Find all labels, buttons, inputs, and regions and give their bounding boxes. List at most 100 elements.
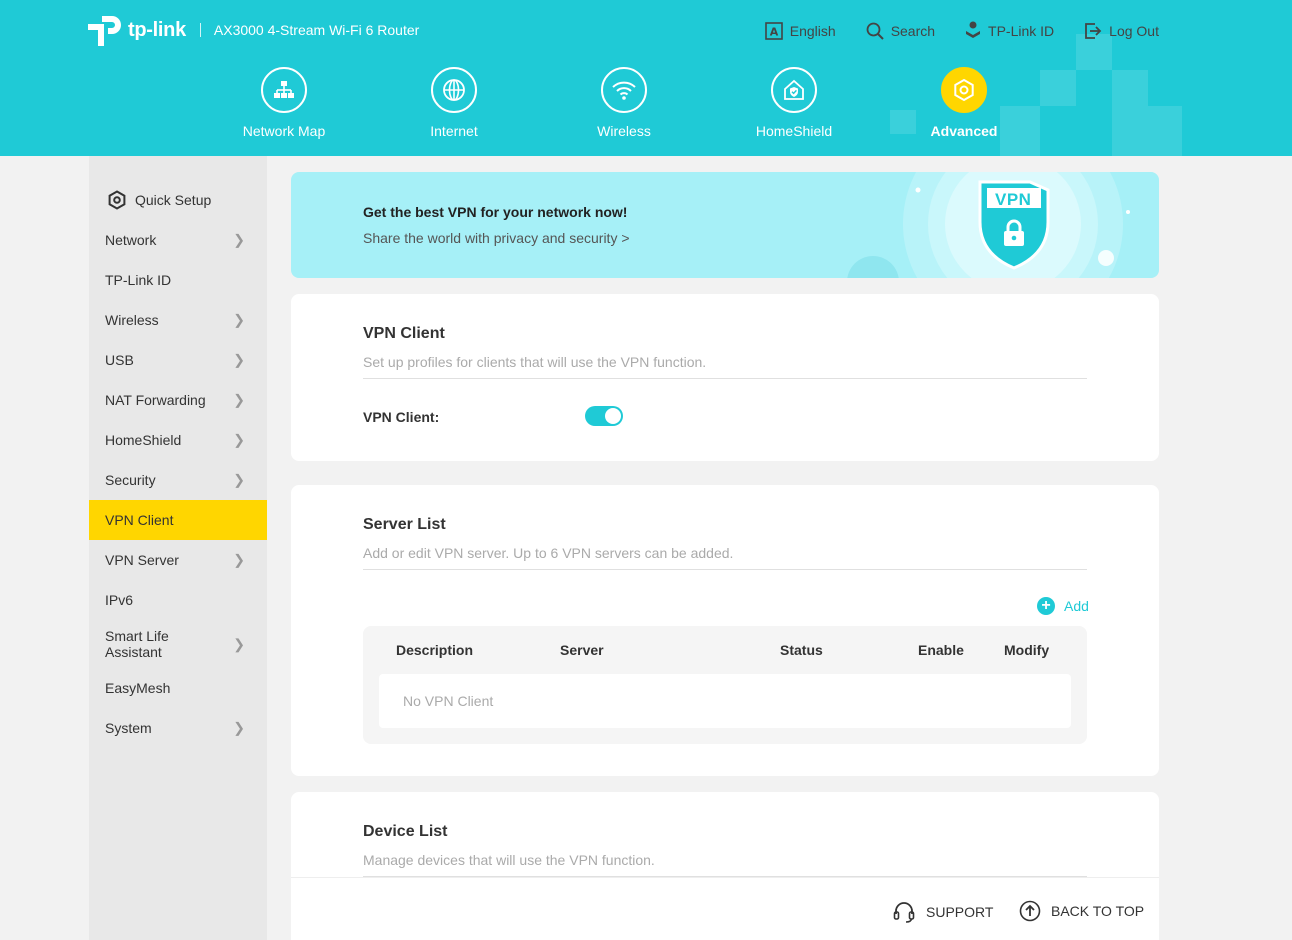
column-header-enable: Enable — [918, 642, 964, 658]
sidebar-item-label: Quick Setup — [135, 192, 212, 208]
banner-title: Get the best VPN for your network now! — [363, 204, 628, 220]
sidebar-item-label: Smart Life Assistant — [105, 628, 169, 660]
add-server-button[interactable]: + Add — [1037, 597, 1089, 615]
sidebar-item-nat-forwarding[interactable]: NAT Forwarding ❯ — [89, 380, 267, 420]
section-title: VPN Client — [363, 325, 445, 342]
banner-link[interactable]: Share the world with privacy and securit… — [363, 230, 630, 246]
homeshield-icon — [771, 67, 817, 113]
logout-icon — [1085, 23, 1102, 39]
sidebar-item-usb[interactable]: USB ❯ — [89, 340, 267, 380]
add-label: Add — [1064, 598, 1089, 614]
chevron-right-icon: ❯ — [233, 719, 245, 736]
lock-icon — [1004, 219, 1024, 246]
nav-advanced[interactable]: Advanced — [894, 67, 1034, 139]
chevron-right-icon: ❯ — [233, 431, 245, 448]
sidebar-item-smart-life-assistant[interactable]: Smart Life Assistant ❯ — [89, 622, 267, 666]
headset-icon — [893, 902, 915, 923]
server-list-card: Server List Add or edit VPN server. Up t… — [291, 485, 1159, 776]
header-decoration — [1040, 70, 1076, 106]
sidebar-item-label: VPN Client — [105, 512, 174, 528]
support-label: SUPPORT — [926, 904, 994, 920]
sidebar-item-label: IPv6 — [105, 592, 134, 608]
vpn-client-card: VPN Client Set up profiles for clients t… — [291, 294, 1159, 461]
sidebar: Quick Setup Network ❯ TP-Link ID Wireles… — [89, 156, 267, 940]
section-title: Server List — [363, 516, 446, 533]
nav-label: Wireless — [597, 123, 651, 139]
sidebar-item-vpn-server[interactable]: VPN Server ❯ — [89, 540, 267, 580]
network-map-icon — [261, 67, 307, 113]
nav-label: Internet — [430, 123, 478, 139]
sidebar-item-wireless[interactable]: Wireless ❯ — [89, 300, 267, 340]
section-title: Device List — [363, 823, 448, 840]
sidebar-item-security[interactable]: Security ❯ — [89, 460, 267, 500]
top-links: A English Search TP-Link ID Log Out — [735, 21, 1159, 41]
sidebar-item-label: TP-Link ID — [105, 272, 172, 288]
sidebar-item-label: USB — [105, 352, 134, 368]
wifi-icon — [601, 67, 647, 113]
nav-wireless[interactable]: Wireless — [554, 67, 694, 139]
logout-link[interactable]: Log Out — [1084, 21, 1159, 41]
gear-icon — [941, 67, 987, 113]
sidebar-item-homeshield[interactable]: HomeShield ❯ — [89, 420, 267, 460]
language-selector[interactable]: A English — [764, 21, 836, 41]
tp-link-logo[interactable]: tp-link AX3000 4-Stream Wi-Fi 6 Router — [88, 12, 419, 48]
section-divider — [363, 378, 1087, 379]
top-header: tp-link AX3000 4-Stream Wi-Fi 6 Router A… — [0, 0, 1292, 156]
section-description: Manage devices that will use the VPN fun… — [363, 852, 655, 868]
sidebar-item-system[interactable]: System ❯ — [89, 708, 267, 748]
logo-text: tp-link — [128, 18, 186, 41]
empty-state-text: No VPN Client — [403, 693, 494, 709]
svg-text:A: A — [770, 26, 779, 39]
language-label: English — [789, 23, 836, 39]
sidebar-item-label: Network — [105, 232, 157, 248]
column-header-modify: Modify — [1004, 642, 1050, 658]
chevron-right-icon: ❯ — [233, 231, 245, 248]
sidebar-item-easymesh[interactable]: EasyMesh — [89, 668, 267, 708]
vpn-client-toggle[interactable] — [585, 406, 623, 426]
column-header-server: Server — [560, 642, 604, 658]
column-header-status: Status — [780, 642, 823, 658]
nav-internet[interactable]: Internet — [384, 67, 524, 139]
nav-label: HomeShield — [755, 123, 833, 139]
banner-illustration — [847, 172, 1130, 278]
logout-label: Log Out — [1109, 23, 1159, 39]
nav-label: Network Map — [242, 123, 326, 139]
header-decoration — [1112, 70, 1148, 156]
chevron-right-icon: ❯ — [233, 351, 245, 368]
section-description: Add or edit VPN server. Up to 6 VPN serv… — [363, 545, 734, 561]
sidebar-item-tp-link-id[interactable]: TP-Link ID — [89, 260, 267, 300]
column-header-description: Description — [396, 642, 474, 658]
sidebar-item-vpn-client[interactable]: VPN Client — [89, 500, 267, 540]
sidebar-item-label: Security — [105, 472, 156, 488]
plus-icon: + — [1037, 597, 1055, 615]
sidebar-item-ipv6[interactable]: IPv6 — [89, 580, 267, 620]
vpn-client-toggle-label: VPN Client: — [363, 409, 440, 425]
server-table: Description Server Status Enable Modify … — [363, 626, 1087, 744]
chevron-right-icon: ❯ — [233, 636, 245, 652]
tp-link-logo-icon — [88, 12, 126, 48]
sidebar-item-quick-setup[interactable]: Quick Setup — [89, 180, 267, 220]
vpn-badge: VPN — [995, 190, 1032, 209]
section-description: Set up profiles for clients that will us… — [363, 354, 707, 370]
search-icon — [866, 22, 884, 40]
sidebar-item-label: System — [105, 720, 152, 736]
nav-network-map[interactable]: Network Map — [214, 67, 354, 139]
search-label: Search — [890, 23, 936, 39]
arrow-up-circle-icon — [1019, 900, 1041, 922]
search-link[interactable]: Search — [866, 21, 935, 41]
support-link[interactable]: SUPPORT — [892, 900, 993, 924]
tp-link-id-link[interactable]: TP-Link ID — [965, 21, 1054, 41]
sidebar-item-label: NAT Forwarding — [105, 392, 206, 408]
chevron-right-icon: ❯ — [233, 391, 245, 408]
nav-label: Advanced — [930, 123, 998, 139]
footer-bar: SUPPORT BACK TO TOP — [291, 877, 1159, 940]
back-to-top-label: BACK TO TOP — [1051, 903, 1145, 919]
chevron-right-icon: ❯ — [233, 311, 245, 328]
sidebar-item-network[interactable]: Network ❯ — [89, 220, 267, 260]
back-to-top-link[interactable]: BACK TO TOP — [1019, 900, 1144, 922]
nav-homeshield[interactable]: HomeShield — [724, 67, 864, 139]
tp-link-id-label: TP-Link ID — [988, 23, 1055, 39]
sidebar-item-label: HomeShield — [105, 432, 182, 448]
vpn-promo-banner[interactable]: VPN Get the best VPN for your network no… — [291, 172, 1159, 278]
sidebar-item-label: Wireless — [105, 312, 159, 328]
